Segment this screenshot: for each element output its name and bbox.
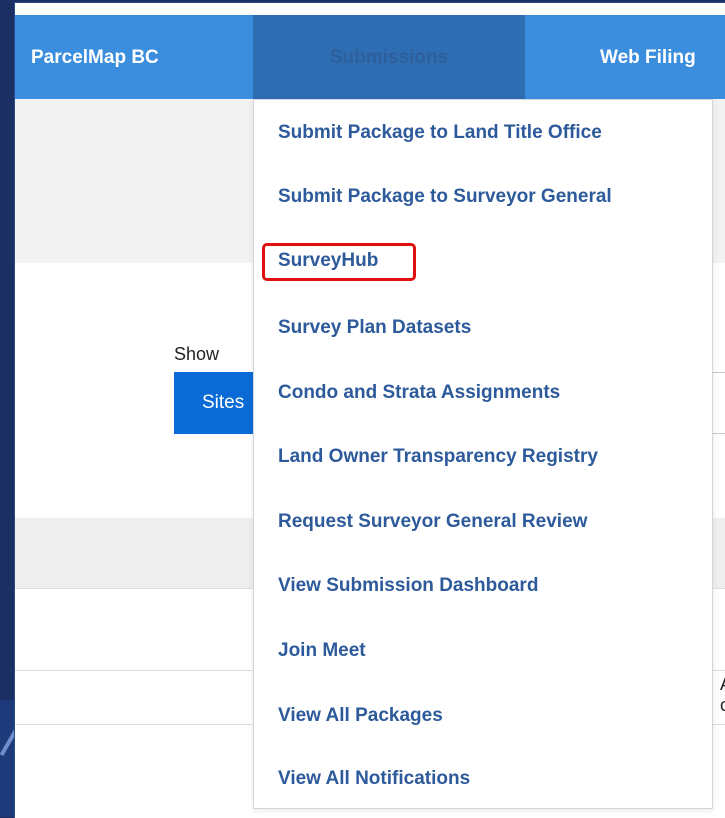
menu-item-join-meet[interactable]: Join Meet (278, 640, 366, 662)
menu-item-submission-dashboard[interactable]: View Submission Dashboard (278, 575, 538, 597)
menu-item-survey-plan-datasets[interactable]: Survey Plan Datasets (278, 317, 471, 339)
nav-item-submissions[interactable]: Submissions (253, 15, 525, 99)
menu-item-land-owner-registry[interactable]: Land Owner Transparency Registry (278, 446, 598, 468)
table-cell-text: A c (720, 674, 725, 716)
background-decoration (0, 700, 14, 817)
nav-item-parcelmap-bc[interactable]: ParcelMap BC (31, 15, 159, 99)
top-navbar: ParcelMap BC Submissions Web Filing (15, 15, 725, 99)
nav-item-web-filing[interactable]: Web Filing (600, 15, 696, 99)
menu-item-surveyhub[interactable]: SurveyHub (278, 250, 378, 272)
app-window: ParcelMap BC Submissions Web Filing Show… (14, 2, 725, 818)
submissions-dropdown-menu: Submit Package to Land Title Office Subm… (253, 99, 713, 809)
menu-item-view-all-packages[interactable]: View All Packages (278, 705, 443, 727)
show-label: Show (174, 344, 220, 364)
menu-item-request-sg-review[interactable]: Request Surveyor General Review (278, 511, 587, 533)
menu-item-submit-surveyor-general[interactable]: Submit Package to Surveyor General (278, 186, 612, 208)
menu-item-view-all-notifications[interactable]: View All Notifications (278, 768, 470, 790)
menu-item-condo-strata[interactable]: Condo and Strata Assignments (278, 382, 560, 404)
menu-item-submit-land-title[interactable]: Submit Package to Land Title Office (278, 122, 602, 144)
sites-button[interactable]: Sites (174, 372, 264, 434)
